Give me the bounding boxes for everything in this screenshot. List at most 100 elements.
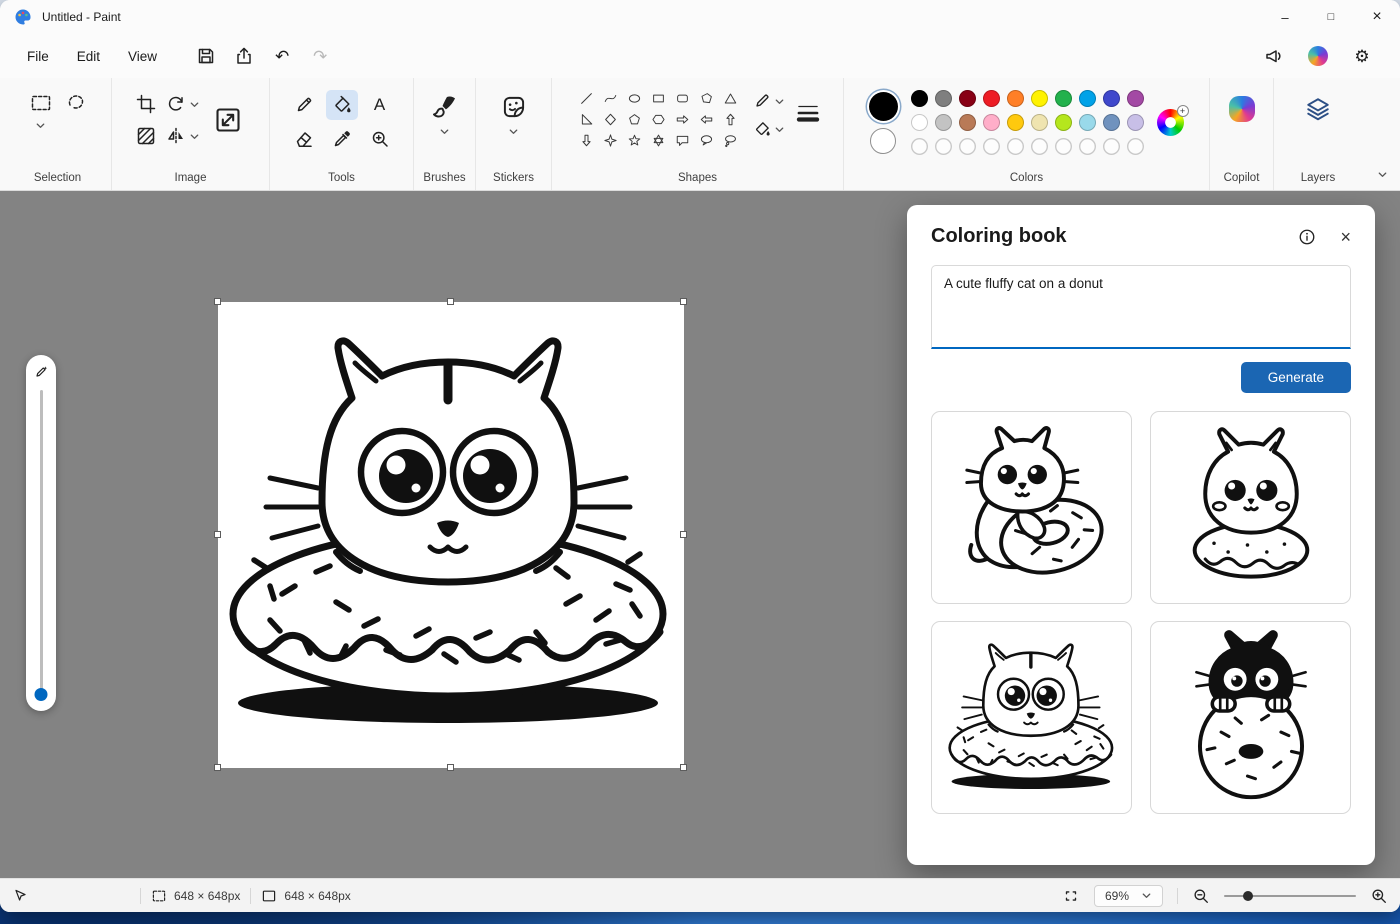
shape-arrow-left-icon[interactable]	[695, 109, 719, 130]
background-color-swatch[interactable]	[870, 127, 896, 154]
edit-colors-button[interactable]: +	[1156, 104, 1189, 137]
redo-button[interactable]: ↷	[302, 40, 338, 72]
layers-button[interactable]	[1305, 96, 1331, 122]
menu-edit[interactable]: Edit	[64, 42, 113, 71]
shape-oval-icon[interactable]	[623, 88, 647, 109]
rotate-button[interactable]	[166, 94, 186, 114]
fit-to-screen-button[interactable]	[1062, 887, 1080, 905]
shape-diamond-icon[interactable]	[599, 109, 623, 130]
transparency-button[interactable]	[136, 126, 156, 146]
zoom-dropdown[interactable]: 69%	[1093, 884, 1163, 907]
chevron-down-icon[interactable]	[439, 126, 450, 137]
color-swatch[interactable]	[934, 114, 952, 131]
color-swatch[interactable]	[934, 90, 952, 107]
color-swatch[interactable]	[982, 114, 1000, 131]
custom-color-slot[interactable]	[1006, 138, 1024, 155]
color-swatch[interactable]	[1078, 114, 1096, 131]
shape-speech-bubble-icon[interactable]	[671, 130, 695, 151]
copilot-badge-button[interactable]	[1300, 40, 1336, 72]
shape-arrow-right-icon[interactable]	[671, 109, 695, 130]
shape-hexagon-icon[interactable]	[647, 109, 671, 130]
copilot-button[interactable]	[1228, 86, 1255, 122]
shape-fill-button[interactable]	[753, 120, 771, 138]
color-swatch[interactable]	[1126, 90, 1144, 107]
rectangle-select-button[interactable]	[30, 92, 52, 114]
color-swatch[interactable]	[1030, 114, 1048, 131]
zoom-slider[interactable]	[1224, 889, 1356, 903]
shape-polygon-icon[interactable]	[695, 88, 719, 109]
brushes-button[interactable]	[432, 94, 458, 120]
close-button[interactable]: ×	[1354, 0, 1400, 34]
shape-thought-bubble-icon[interactable]	[719, 130, 743, 151]
thumbnail-cat-hugging-donut[interactable]	[931, 411, 1132, 604]
color-swatch[interactable]	[1126, 114, 1144, 131]
color-swatch[interactable]	[1030, 90, 1048, 107]
color-swatch[interactable]	[1054, 90, 1072, 107]
selection-handle[interactable]	[214, 531, 221, 538]
color-swatch[interactable]	[1102, 114, 1120, 131]
settings-button[interactable]: ⚙	[1344, 40, 1380, 72]
share-button[interactable]	[226, 40, 262, 72]
thumbnail-cat-in-donut[interactable]	[931, 621, 1132, 814]
shape-curve-icon[interactable]	[599, 88, 623, 109]
color-swatch[interactable]	[958, 114, 976, 131]
shape-triangle-icon[interactable]	[719, 88, 743, 109]
free-form-select-button[interactable]	[66, 92, 86, 112]
shape-five-point-star-icon[interactable]	[623, 130, 647, 151]
zoom-slider-thumb[interactable]	[1242, 890, 1253, 901]
crop-button[interactable]	[136, 94, 156, 114]
chevron-down-icon[interactable]	[774, 124, 785, 135]
shape-oval-callout-icon[interactable]	[695, 130, 719, 151]
custom-color-slot[interactable]	[934, 138, 952, 155]
resize-button[interactable]	[214, 106, 242, 134]
selection-handle[interactable]	[214, 298, 221, 305]
selection-handle[interactable]	[447, 764, 454, 771]
chevron-down-icon[interactable]	[774, 96, 785, 107]
color-swatch[interactable]	[958, 90, 976, 107]
color-swatch[interactable]	[1054, 114, 1072, 131]
undo-button[interactable]: ↶	[264, 40, 300, 72]
menu-file[interactable]: File	[14, 42, 62, 71]
custom-color-slot[interactable]	[1126, 138, 1144, 155]
pencil-tool-button[interactable]	[288, 90, 320, 120]
shape-rectangle-icon[interactable]	[647, 88, 671, 109]
shape-line-icon[interactable]	[575, 88, 599, 109]
shape-right-triangle-icon[interactable]	[575, 109, 599, 130]
color-swatch[interactable]	[1006, 90, 1024, 107]
color-swatch[interactable]	[910, 90, 928, 107]
selection-handle[interactable]	[680, 764, 687, 771]
fill-tool-button[interactable]	[325, 90, 358, 120]
menu-view[interactable]: View	[115, 42, 170, 71]
save-button[interactable]	[188, 40, 224, 72]
shape-pentagon-icon[interactable]	[623, 109, 647, 130]
custom-color-slot[interactable]	[910, 138, 928, 155]
minimize-button[interactable]: –	[1262, 0, 1308, 34]
custom-color-slot[interactable]	[958, 138, 976, 155]
color-swatch[interactable]	[1102, 90, 1120, 107]
color-swatch[interactable]	[1006, 114, 1024, 131]
selection-handle[interactable]	[680, 298, 687, 305]
selection-dropdown-chevron[interactable]	[35, 120, 46, 131]
prompt-input[interactable]: A cute fluffy cat on a donut	[931, 265, 1351, 349]
shape-outline-button[interactable]	[753, 92, 771, 110]
tool-size-slider-thumb[interactable]	[34, 688, 48, 701]
custom-color-slot[interactable]	[1102, 138, 1120, 155]
maximize-button[interactable]: □	[1308, 0, 1354, 34]
shape-rounded-rectangle-icon[interactable]	[671, 88, 695, 109]
flip-button[interactable]	[166, 126, 186, 146]
zoom-in-button[interactable]	[1370, 887, 1388, 905]
tool-size-slider[interactable]	[34, 390, 48, 701]
magnifier-tool-button[interactable]	[364, 124, 396, 154]
panel-close-button[interactable]: ×	[1340, 228, 1351, 246]
color-swatch[interactable]	[910, 114, 928, 131]
shape-arrow-up-icon[interactable]	[719, 109, 743, 130]
shape-six-point-star-icon[interactable]	[647, 130, 671, 151]
foreground-color-swatch[interactable]	[868, 91, 898, 121]
generate-button[interactable]: Generate	[1240, 362, 1351, 393]
shape-thickness-button[interactable]	[795, 100, 821, 126]
custom-color-slot[interactable]	[1078, 138, 1096, 155]
thumbnail-fluffy-cat-on-donut[interactable]	[1150, 411, 1351, 604]
chevron-down-icon[interactable]	[189, 99, 200, 110]
selection-handle[interactable]	[447, 298, 454, 305]
chevron-down-icon[interactable]	[189, 131, 200, 142]
